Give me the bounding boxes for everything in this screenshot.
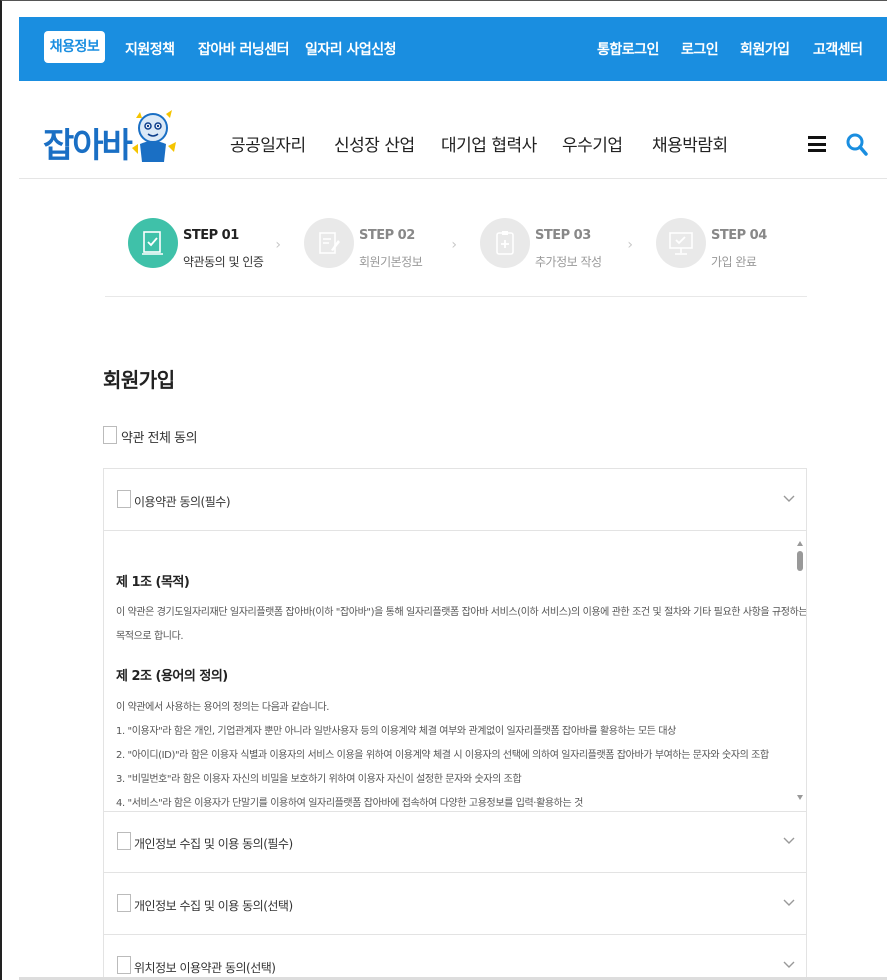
privacy-required-checkbox[interactable]	[117, 832, 131, 850]
scroll-up-arrow[interactable]	[797, 541, 803, 546]
chevron-down-icon[interactable]	[782, 836, 796, 846]
location-terms-checkbox[interactable]	[117, 956, 131, 974]
topbar-item-jobs[interactable]: 채용정보	[44, 31, 105, 63]
add-info-icon	[496, 231, 514, 255]
agree-all-label[interactable]: 약관 전체 동의	[121, 427, 198, 446]
accordion-privacy-optional[interactable]: 개인정보 수집 및 이용 동의(선택)	[103, 872, 807, 935]
accordion-terms-of-use[interactable]: 이용약관 동의(필수)	[103, 468, 807, 531]
step-1: STEP 01 약관동의 및 인증 ›	[105, 199, 281, 297]
chevron-down-icon[interactable]	[782, 494, 796, 504]
scrollbar-thumb[interactable]	[797, 551, 803, 571]
nav-public-jobs[interactable]: 공공일자리	[230, 131, 306, 156]
accordion-label: 개인정보 수집 및 이용 동의(선택)	[134, 899, 293, 913]
topbar-item-login[interactable]: 로그인	[681, 39, 719, 59]
nav-excellent-companies[interactable]: 우수기업	[562, 131, 623, 156]
terms-content[interactable]: 제 1조 (목적) 이 약관은 경기도일자리재단 일자리플랫폼 잡아바(이하 "…	[103, 531, 807, 811]
step-3: STEP 03 추가정보 작성 ›	[457, 199, 633, 297]
topbar-item-integrated-login[interactable]: 통합로그인	[597, 39, 659, 59]
step-2-label: 회원기본정보	[359, 255, 423, 269]
top-utility-bar: 채용정보 지원정책 잡아바 러닝센터 일자리 사업신청 통합로그인 로그인 회원…	[19, 17, 887, 81]
article-1-title: 제 1조 (목적)	[116, 575, 190, 590]
signup-steps: STEP 01 약관동의 및 인증 › STEP 02 회원기본정보 › STE…	[105, 199, 807, 297]
step-4-number: STEP 04	[711, 228, 767, 243]
topbar-item-support-policy[interactable]: 지원정책	[125, 39, 175, 59]
nav-new-growth-industry[interactable]: 신성장 산업	[334, 131, 415, 156]
article-2-item: 3. "비밀번호"라 함은 이용자 자신의 비밀을 보호하기 위하여 이용자 자…	[116, 774, 522, 785]
step-2-circle	[304, 218, 354, 268]
step-1-label: 약관동의 및 인증	[183, 255, 264, 269]
scroll-down-arrow[interactable]	[797, 795, 803, 800]
page-title: 회원가입	[103, 368, 175, 392]
nav-large-company-partners[interactable]: 대기업 협력사	[441, 131, 537, 156]
mascot-icon	[132, 110, 176, 162]
step-1-number: STEP 01	[183, 228, 239, 243]
terms-of-use-checkbox[interactable]	[117, 490, 131, 508]
step-4-label: 가입 완료	[711, 255, 757, 269]
nav-job-fair[interactable]: 채용박람회	[652, 131, 728, 156]
monitor-check-icon	[669, 232, 693, 255]
topbar-item-learning-center[interactable]: 잡아바 러닝센터	[198, 39, 290, 59]
accordion-location-terms[interactable]: 위치정보 이용약관 동의(선택)	[103, 934, 807, 980]
step-3-circle	[480, 218, 530, 268]
step-2: STEP 02 회원기본정보 ›	[281, 199, 457, 297]
step-3-number: STEP 03	[535, 228, 591, 243]
accordion-label: 위치정보 이용약관 동의(선택)	[134, 961, 276, 975]
step-4-circle	[656, 218, 706, 268]
accordion-label: 개인정보 수집 및 이용 동의(필수)	[134, 837, 293, 851]
topbar-item-customer-center[interactable]: 고객센터	[813, 39, 863, 59]
site-logo[interactable]: 잡아바	[43, 108, 178, 168]
article-2-item: 4. "서비스"라 함은 이용자가 단말기를 이용하여 일자리플랫폼 잡아바에 …	[116, 798, 583, 809]
step-1-circle	[128, 218, 178, 268]
accordion-label: 이용약관 동의(필수)	[134, 495, 231, 509]
article-2-intro: 이 약관에서 사용하는 용어의 정의는 다음과 같습니다.	[116, 702, 330, 713]
chevron-down-icon[interactable]	[782, 898, 796, 908]
step-4: STEP 04 가입 완료	[633, 199, 809, 297]
chevron-down-icon[interactable]	[782, 960, 796, 970]
topbar-item-job-program-apply[interactable]: 일자리 사업신청	[305, 39, 397, 59]
step-3-label: 추가정보 작성	[535, 255, 602, 269]
accordion-privacy-required[interactable]: 개인정보 수집 및 이용 동의(필수)	[103, 811, 807, 873]
agreement-doc-icon	[142, 231, 163, 255]
privacy-optional-checkbox[interactable]	[117, 894, 131, 912]
search-icon[interactable]	[846, 132, 868, 156]
article-2-item: 2. "아이디(ID)"라 함은 이용자 식별과 이용자의 서비스 이용을 위하…	[116, 750, 769, 761]
article-2-item: 1. "이용자"라 함은 개인, 기업관계자 뿐만 아니라 일반사용자 등의 이…	[116, 726, 676, 737]
hamburger-icon[interactable]	[808, 136, 826, 152]
article-2-title: 제 2조 (용어의 정의)	[116, 669, 228, 684]
article-1-text: 이 약관은 경기도일자리재단 일자리플랫폼 잡아바(이하 "잡아바")을 통해 …	[116, 607, 807, 618]
logo-text: 잡아바	[43, 126, 133, 166]
edit-form-icon	[319, 232, 340, 254]
article-1-text-cont: 목적으로 합니다.	[116, 631, 184, 642]
step-2-number: STEP 02	[359, 228, 415, 243]
agree-all-checkbox[interactable]	[103, 426, 117, 444]
topbar-item-signup[interactable]: 회원가입	[740, 39, 790, 59]
header-divider	[19, 178, 887, 179]
